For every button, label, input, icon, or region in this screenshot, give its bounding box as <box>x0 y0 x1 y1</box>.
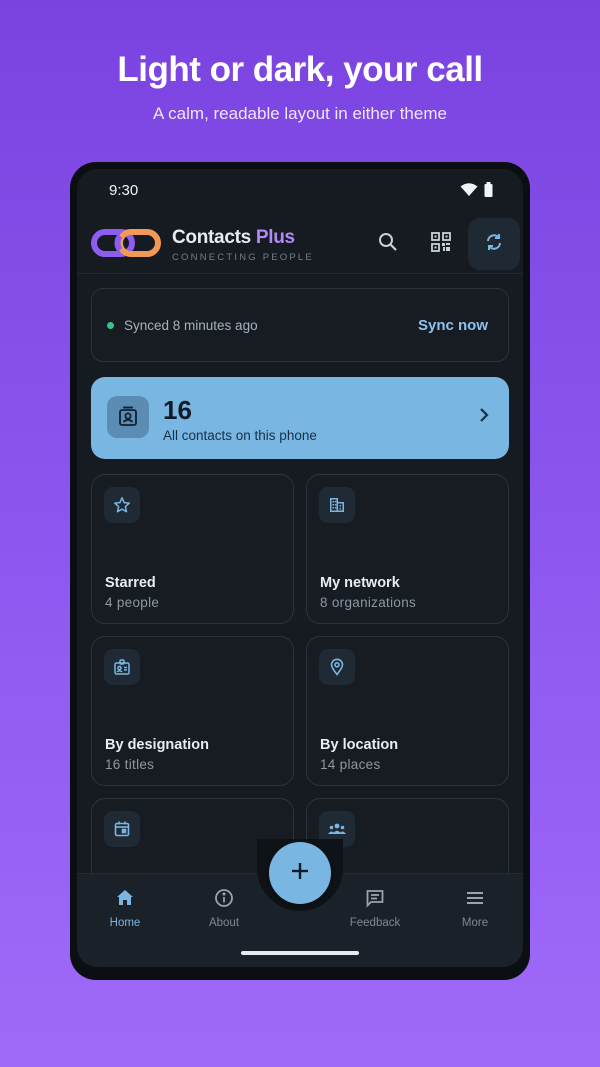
id-badge-icon <box>104 649 140 685</box>
sync-button[interactable] <box>468 218 520 270</box>
tile-subtitle: 8 organizations <box>320 595 417 610</box>
search-button[interactable] <box>362 218 414 270</box>
contact-card-icon <box>107 396 149 438</box>
all-contacts-card[interactable]: 16 All contacts on this phone <box>91 377 509 459</box>
plus-icon <box>290 861 310 886</box>
brand-name-plus: Plus <box>255 227 295 248</box>
brand-name: Contacts Plus <box>172 227 314 249</box>
location-pin-icon <box>319 649 355 685</box>
all-contacts-count: 16 <box>163 395 192 425</box>
nav-label: Home <box>109 917 141 929</box>
info-icon <box>214 889 234 912</box>
add-contact-button[interactable] <box>269 842 331 904</box>
app-screen: 9:30 Contacts Plus CONNECTING PEOPLE Syn… <box>77 169 523 967</box>
nav-label: More <box>461 917 489 929</box>
status-time: 9:30 <box>109 182 139 199</box>
all-contacts-label: All contacts on this phone <box>163 428 317 443</box>
sync-status-card: Synced 8 minutes ago Sync now <box>91 288 509 362</box>
nav-about[interactable]: About <box>184 888 264 929</box>
battery-icon <box>484 182 493 202</box>
home-indicator[interactable] <box>241 951 359 955</box>
tile-subtitle: 14 places <box>320 757 381 772</box>
tile-title: By designation <box>105 737 209 753</box>
brand: Contacts Plus CONNECTING PEOPLE <box>172 227 314 263</box>
tile-title: By location <box>320 737 399 753</box>
nav-home[interactable]: Home <box>85 888 165 929</box>
tile-subtitle: 4 people <box>105 595 160 610</box>
nav-label: About <box>208 917 240 929</box>
menu-icon <box>465 892 485 912</box>
promo-subtitle: A calm, readable layout in either theme <box>153 104 447 123</box>
qr-code-icon <box>431 231 451 257</box>
sync-now-button[interactable]: Sync now <box>418 317 488 334</box>
nav-label: Feedback <box>349 917 401 929</box>
search-icon <box>378 232 398 257</box>
sync-status-dot <box>107 322 114 329</box>
star-icon <box>104 487 140 523</box>
promo-title: Light or dark, your call <box>117 50 483 89</box>
status-icons <box>460 182 493 202</box>
nav-feedback[interactable]: Feedback <box>335 888 415 929</box>
chevron-right-icon <box>479 407 489 428</box>
tile-subtitle: 16 titles <box>105 757 155 772</box>
tile-by-designation[interactable]: By designation 16 titles <box>91 636 294 786</box>
sync-icon <box>484 232 504 257</box>
nav-more[interactable]: More <box>435 888 515 929</box>
calendar-icon <box>104 811 140 847</box>
wifi-icon <box>460 182 478 202</box>
sync-status-text: Synced 8 minutes ago <box>124 318 258 333</box>
qr-code-button[interactable] <box>415 218 467 270</box>
chain-link-logo <box>91 228 161 263</box>
tile-title: Starred <box>105 575 156 591</box>
tile-by-location[interactable]: By location 14 places <box>306 636 509 786</box>
feedback-icon <box>365 890 385 912</box>
tile-starred[interactable]: Starred 4 people <box>91 474 294 624</box>
brand-name-main: Contacts <box>172 227 251 248</box>
brand-tagline: CONNECTING PEOPLE <box>172 252 314 263</box>
status-bar: 9:30 <box>77 169 523 213</box>
building-icon <box>319 487 355 523</box>
app-bar: Contacts Plus CONNECTING PEOPLE <box>77 213 523 274</box>
home-icon <box>115 890 135 912</box>
tile-my-network[interactable]: My network 8 organizations <box>306 474 509 624</box>
tile-title: My network <box>320 575 400 591</box>
